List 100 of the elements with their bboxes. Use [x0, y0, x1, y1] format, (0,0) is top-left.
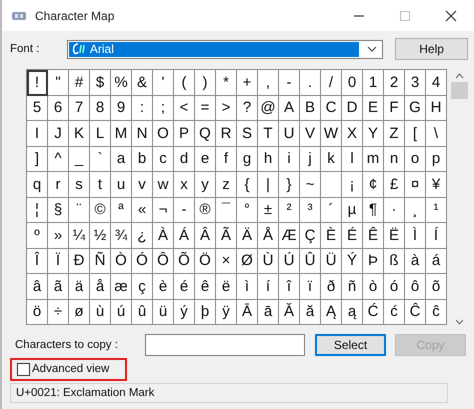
character-cell[interactable]: J: [48, 121, 69, 146]
character-cell[interactable]: &: [132, 70, 153, 96]
character-cell[interactable]: þ: [195, 300, 216, 325]
character-cell[interactable]: ü: [153, 300, 174, 325]
character-cell[interactable]: ÷: [48, 300, 69, 325]
character-cell[interactable]: !: [27, 70, 48, 96]
character-cell[interactable]: Z: [384, 121, 405, 146]
character-cell[interactable]: U: [279, 121, 300, 146]
character-cell[interactable]: |: [258, 172, 279, 198]
character-cell[interactable]: ć: [384, 300, 405, 325]
character-cell[interactable]: :: [132, 96, 153, 121]
character-cell[interactable]: º: [27, 223, 48, 248]
font-dropdown[interactable]: Arial: [66, 40, 384, 58]
character-cell[interactable]: ¥: [426, 172, 447, 198]
character-cell[interactable]: n: [384, 146, 405, 172]
character-cell[interactable]: c: [153, 146, 174, 172]
character-cell[interactable]: ą: [342, 300, 363, 325]
character-cell[interactable]: ¾: [111, 223, 132, 248]
character-cell[interactable]: ¹: [426, 198, 447, 223]
character-cell[interactable]: Ì: [405, 223, 426, 248]
character-cell[interactable]: Û: [300, 248, 321, 274]
character-cell[interactable]: õ: [426, 274, 447, 300]
character-cell[interactable]: u: [111, 172, 132, 198]
character-cell[interactable]: Ú: [279, 248, 300, 274]
character-cell[interactable]: {: [237, 172, 258, 198]
character-cell[interactable]: Ă: [279, 300, 300, 325]
character-cell[interactable]: =: [195, 96, 216, 121]
advanced-view-checkbox[interactable]: Advanced view: [10, 358, 128, 380]
character-cell[interactable]: O: [153, 121, 174, 146]
character-cell[interactable]: H: [426, 96, 447, 121]
character-cell[interactable]: #: [69, 70, 90, 96]
character-cell[interactable]: E: [363, 96, 384, 121]
character-cell[interactable]: 6: [48, 96, 69, 121]
character-cell[interactable]: <: [174, 96, 195, 121]
character-cell[interactable]: ¶: [363, 198, 384, 223]
character-cell[interactable]: Í: [426, 223, 447, 248]
character-cell[interactable]: k: [321, 146, 342, 172]
character-cell[interactable]: G: [405, 96, 426, 121]
character-cell[interactable]: ì: [237, 274, 258, 300]
character-cell[interactable]: ò: [363, 274, 384, 300]
character-cell[interactable]: î: [279, 274, 300, 300]
character-cell[interactable]: ñ: [342, 274, 363, 300]
character-cell[interactable]: D: [342, 96, 363, 121]
character-cell[interactable]: -: [174, 198, 195, 223]
character-cell[interactable]: À: [153, 223, 174, 248]
character-cell[interactable]: «: [132, 198, 153, 223]
character-cell[interactable]: Ö: [195, 248, 216, 274]
character-cell[interactable]: ï: [300, 274, 321, 300]
character-cell[interactable]: µ: [342, 198, 363, 223]
character-cell[interactable]: È: [321, 223, 342, 248]
character-cell[interactable]: Ý: [342, 248, 363, 274]
character-cell[interactable]: [: [405, 121, 426, 146]
character-cell[interactable]: %: [111, 70, 132, 96]
character-cell[interactable]: b: [132, 146, 153, 172]
character-cell[interactable]: ª: [111, 198, 132, 223]
character-cell[interactable]: C: [321, 96, 342, 121]
character-cell[interactable]: f: [216, 146, 237, 172]
character-cell[interactable]: ë: [216, 274, 237, 300]
character-cell[interactable]: 5: [27, 96, 48, 121]
character-cell[interactable]: è: [153, 274, 174, 300]
character-cell[interactable]: Ą: [321, 300, 342, 325]
character-cell[interactable]: .: [300, 70, 321, 96]
character-cell[interactable]: Q: [195, 121, 216, 146]
character-cell[interactable]: 1: [363, 70, 384, 96]
character-cell[interactable]: r: [48, 172, 69, 198]
character-cell[interactable]: ½: [90, 223, 111, 248]
character-cell[interactable]: ': [153, 70, 174, 96]
character-cell[interactable]: Î: [27, 248, 48, 274]
character-cell[interactable]: @: [258, 96, 279, 121]
character-cell[interactable]: ;: [153, 96, 174, 121]
character-cell[interactable]: é: [174, 274, 195, 300]
character-cell[interactable]: ¿: [132, 223, 153, 248]
character-cell[interactable]: ä: [69, 274, 90, 300]
character-cell[interactable]: ÿ: [216, 300, 237, 325]
character-cell[interactable]: Ć: [363, 300, 384, 325]
character-cell[interactable]: 8: [90, 96, 111, 121]
character-cell[interactable]: ā: [258, 300, 279, 325]
character-cell[interactable]: ¤: [405, 172, 426, 198]
character-cell[interactable]: ³: [300, 198, 321, 223]
character-cell[interactable]: ,: [258, 70, 279, 96]
character-cell[interactable]: y: [195, 172, 216, 198]
character-cell[interactable]: ±: [258, 198, 279, 223]
character-cell[interactable]: a: [111, 146, 132, 172]
character-cell[interactable]: 0: [342, 70, 363, 96]
character-cell[interactable]: -: [279, 70, 300, 96]
character-cell[interactable]: Å: [258, 223, 279, 248]
character-cell[interactable]: ): [195, 70, 216, 96]
character-cell[interactable]: É: [342, 223, 363, 248]
character-cell[interactable]: I: [27, 121, 48, 146]
character-cell[interactable]: ": [48, 70, 69, 96]
character-cell[interactable]: ^: [48, 146, 69, 172]
character-cell[interactable]: ?: [237, 96, 258, 121]
character-cell[interactable]: R: [216, 121, 237, 146]
character-cell[interactable]: á: [426, 248, 447, 274]
character-cell[interactable]: ĉ: [426, 300, 447, 325]
character-cell[interactable]: }: [279, 172, 300, 198]
character-cell[interactable]: X: [342, 121, 363, 146]
character-cell[interactable]: 7: [69, 96, 90, 121]
character-cell[interactable]: g: [237, 146, 258, 172]
character-cell[interactable]: F: [384, 96, 405, 121]
